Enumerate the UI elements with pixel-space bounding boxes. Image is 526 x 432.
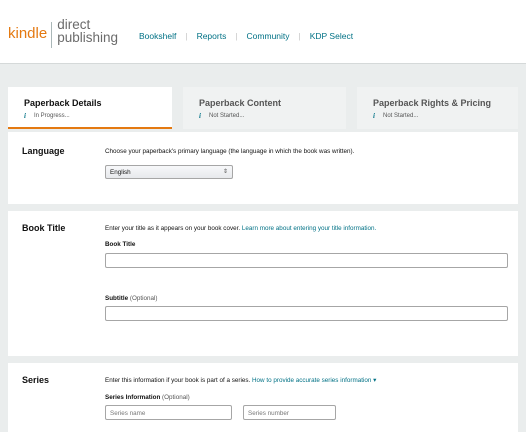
tab-paperback-details[interactable]: Paperback Details i In Progress... [8, 87, 172, 129]
series-info-link[interactable]: How to provide accurate series informati… [252, 377, 376, 384]
book-setup-tabs: Paperback Details i In Progress... Paper… [8, 87, 518, 129]
tab-status-text: Not Started... [209, 113, 245, 119]
tab-status: i Not Started... [199, 112, 346, 120]
language-heading: Language [22, 146, 65, 156]
tab-paperback-rights-pricing[interactable]: Paperback Rights & Pricing i Not Started… [357, 87, 518, 129]
main-nav: Bookshelf | Reports | Community | KDP Se… [139, 31, 353, 41]
info-icon: i [199, 112, 201, 120]
tab-title: Paperback Details [24, 98, 102, 108]
nav-separator: | [185, 31, 188, 41]
select-arrows-icon: ⇕ [222, 169, 228, 175]
top-header: kindle direct publishing Bookshelf | Rep… [0, 0, 526, 64]
book-title-section: Book Title Enter your title as it appear… [8, 211, 518, 356]
book-title-field-label: Book Title [105, 241, 136, 248]
tab-status: i In Progress... [24, 112, 172, 120]
series-heading: Series [22, 375, 50, 385]
chevron-down-icon: ▾ [373, 377, 377, 384]
book-title-heading: Book Title [22, 223, 66, 233]
series-info-label: Series Information (Optional) [105, 394, 190, 401]
book-title-input[interactable] [105, 253, 508, 268]
info-icon: i [24, 112, 26, 120]
nav-community[interactable]: Community [247, 31, 290, 41]
nav-separator: | [235, 31, 238, 41]
subtitle-input[interactable] [105, 306, 508, 321]
tab-status: i Not Started... [373, 112, 518, 120]
series-description: Enter this information if your book is p… [105, 377, 376, 384]
logo-line-publishing: publishing [57, 30, 118, 45]
tab-status-text: Not Started... [383, 113, 419, 119]
series-info-link-text: How to provide accurate series informati… [252, 377, 372, 384]
optional-tag: (Optional) [129, 295, 158, 302]
tab-paperback-content[interactable]: Paperback Content i Not Started... [183, 87, 346, 129]
title-info-link[interactable]: Learn more about entering your title inf… [242, 225, 376, 232]
subtitle-label-text: Subtitle [105, 295, 129, 302]
nav-kdp-select[interactable]: KDP Select [310, 31, 353, 41]
book-title-description: Enter your title as it appears on your b… [105, 225, 376, 232]
language-select[interactable]: English ⇕ [105, 165, 233, 179]
series-name-input[interactable]: Series name [105, 405, 232, 420]
logo-divider [51, 22, 53, 48]
tab-status-text: In Progress... [34, 113, 70, 119]
kdp-logo[interactable]: kindle direct publishing [8, 18, 118, 48]
nav-bookshelf[interactable]: Bookshelf [139, 31, 176, 41]
info-icon: i [373, 112, 375, 120]
optional-tag: (Optional) [162, 394, 190, 401]
book-title-description-text: Enter your title as it appears on your b… [105, 225, 241, 232]
series-section: Series Enter this information if your bo… [8, 363, 518, 432]
language-section: Language Choose your paperback's primary… [8, 132, 518, 204]
nav-separator: | [298, 31, 301, 41]
nav-reports[interactable]: Reports [197, 31, 227, 41]
series-description-text: Enter this information if your book is p… [105, 377, 251, 384]
logo-kindle-text: kindle [8, 25, 48, 42]
series-info-label-text: Series Information [105, 394, 161, 401]
tab-title: Paperback Content [199, 98, 282, 108]
language-description: Choose your paperback's primary language… [105, 148, 355, 155]
series-number-input[interactable]: Series number [243, 405, 336, 420]
tab-title: Paperback Rights & Pricing [373, 98, 492, 108]
logo-wordmark: direct publishing [57, 18, 118, 45]
language-selected-value: English [110, 169, 131, 176]
subtitle-field-label: Subtitle (Optional) [105, 295, 158, 302]
